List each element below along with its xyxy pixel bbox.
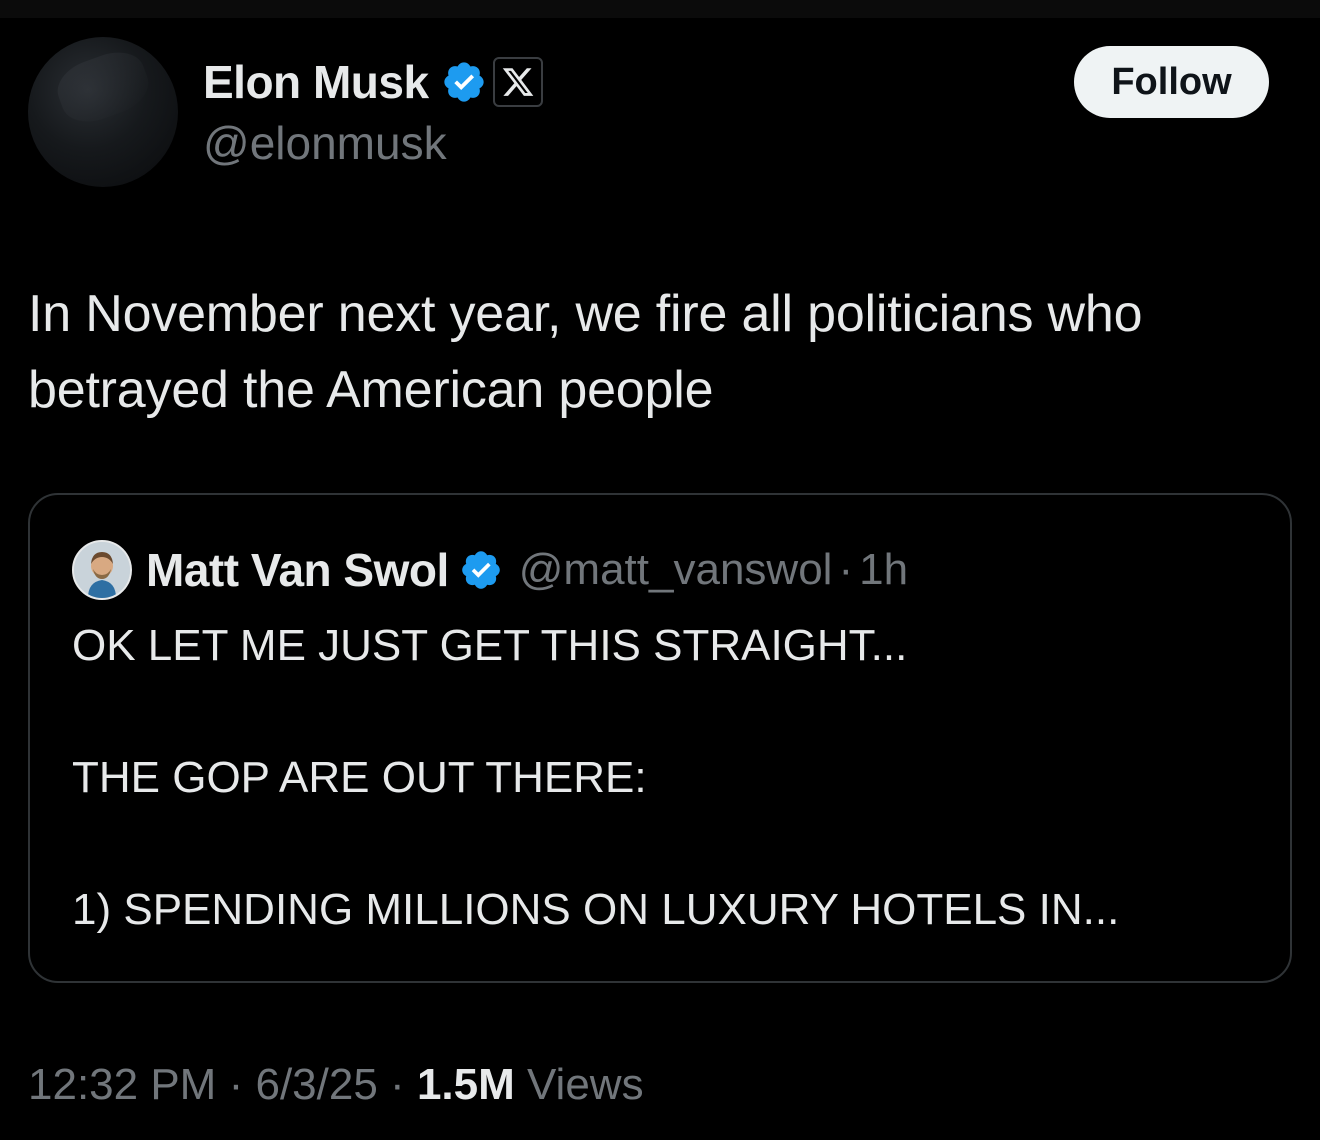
author-display-name[interactable]: Elon Musk <box>203 55 429 109</box>
tweet-time[interactable]: 12:32 PM <box>28 1060 216 1109</box>
separator-dot: · <box>390 1060 405 1109</box>
tweet-text: In November next year, we fire all polit… <box>28 285 1143 419</box>
tweet-meta: 12:32 PM · 6/3/25 · 1.5M Views <box>28 1060 644 1110</box>
author-handle[interactable]: @elonmusk <box>203 116 447 170</box>
verified-badge-icon[interactable] <box>441 59 487 105</box>
tweet-date[interactable]: 6/3/25 <box>255 1060 377 1109</box>
quoted-author-display-name[interactable]: Matt Van Swol <box>146 543 449 597</box>
quoted-author-avatar[interactable] <box>72 540 132 600</box>
x-logo-icon[interactable] <box>492 57 543 107</box>
views-count[interactable]: 1.5M <box>417 1060 515 1109</box>
views-label[interactable]: Views <box>527 1060 644 1109</box>
quoted-author-handle[interactable]: @matt_vanswol <box>519 545 833 595</box>
quoted-tweet-time[interactable]: 1h <box>859 545 908 595</box>
quoted-tweet-header: Matt Van Swol @matt_vanswol · 1h <box>72 535 908 605</box>
quoted-tweet-text: OK LET ME JUST GET THIS STRAIGHT... THE … <box>72 621 1120 934</box>
author-avatar[interactable] <box>28 37 178 187</box>
separator-dot: · <box>228 1060 244 1109</box>
follow-button[interactable]: Follow <box>1074 46 1269 118</box>
top-strip <box>0 0 1320 18</box>
person-avatar-icon <box>74 542 130 598</box>
separator-dot: · <box>838 545 854 594</box>
quoted-tweet-card[interactable]: Matt Van Swol @matt_vanswol · 1h OK LET … <box>28 493 1292 983</box>
author-name-row: Elon Musk <box>203 52 543 112</box>
verified-badge-icon[interactable] <box>459 548 503 592</box>
